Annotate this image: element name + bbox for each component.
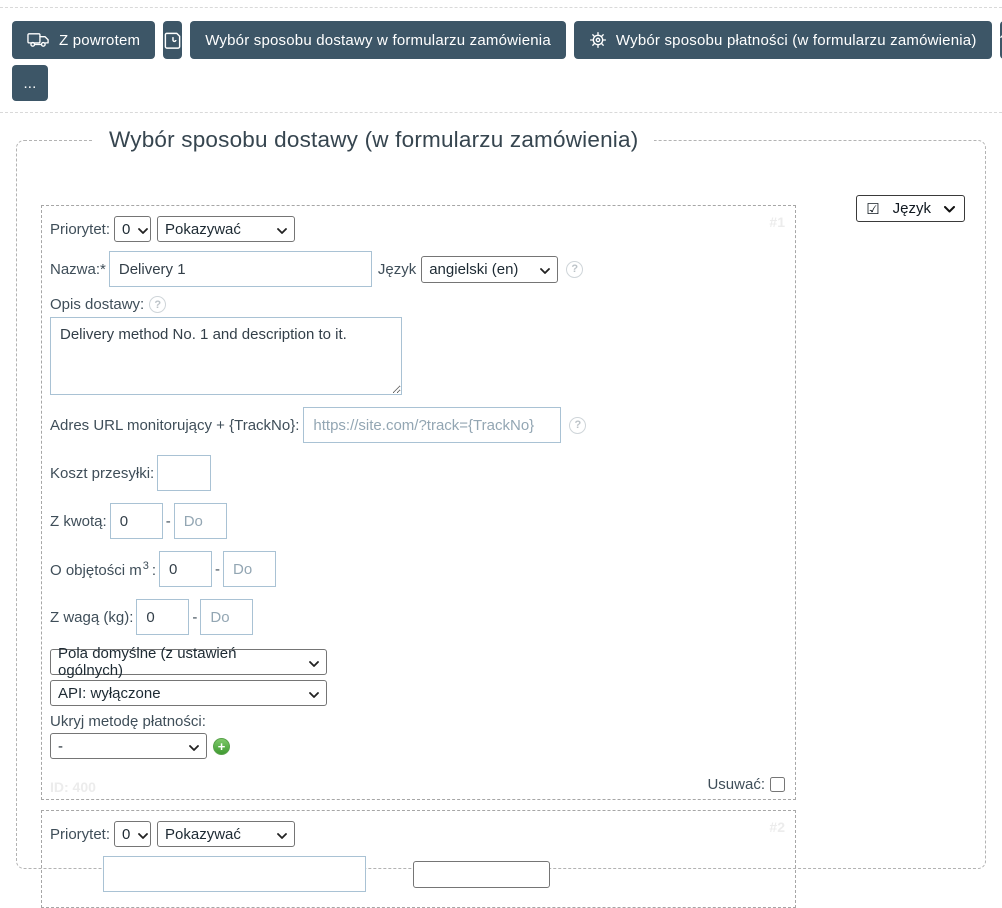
add-payment-hide-icon[interactable]: + xyxy=(213,738,230,755)
delivery-method-block-2: #2 Priorytet: 0 Pokazywać xyxy=(41,810,796,908)
hide-payment-select-value: - xyxy=(58,738,63,755)
shipping-cost-label: Koszt przesyłki: xyxy=(50,465,154,482)
shipping-cost-input[interactable] xyxy=(157,455,211,491)
chevron-down-icon xyxy=(277,221,287,238)
amount-label: Z kwotą: xyxy=(50,513,107,530)
name-input[interactable] xyxy=(103,856,366,892)
hide-payment-row: - + xyxy=(50,733,787,759)
priority-select[interactable]: 0 xyxy=(114,821,151,847)
help-icon[interactable]: ? xyxy=(566,261,583,278)
save-button[interactable] xyxy=(163,21,182,59)
tracking-url-label: Adres URL monitorujący + {TrackNo}: xyxy=(50,417,299,434)
language-select[interactable] xyxy=(413,861,550,888)
language-select[interactable]: angielski (en) xyxy=(421,256,558,283)
priority-select-value: 0 xyxy=(122,221,130,238)
hide-payment-label-row: Ukryj metodę płatności: xyxy=(50,713,787,730)
gear-icon xyxy=(589,31,607,49)
tracking-url-input[interactable] xyxy=(303,407,561,443)
amount-from-input[interactable] xyxy=(110,503,163,539)
language-filter-label: Język xyxy=(893,200,931,217)
weight-from-input[interactable] xyxy=(136,599,189,635)
chevron-down-icon xyxy=(309,654,319,671)
description-textarea[interactable]: Delivery method No. 1 and description to… xyxy=(50,317,402,395)
record-id-label: ID: 400 xyxy=(50,779,96,795)
range-dash: - xyxy=(166,513,171,530)
range-dash: - xyxy=(215,561,220,578)
chevron-down-icon xyxy=(309,685,319,702)
toolbar-row-2: ... xyxy=(0,59,1002,101)
hide-payment-select[interactable]: - xyxy=(50,733,207,759)
api-mode-select-value: API: wyłączone xyxy=(58,685,161,702)
priority-label: Priorytet: xyxy=(50,826,110,843)
chevron-down-icon xyxy=(189,738,199,755)
save-icon xyxy=(163,31,182,50)
priority-label: Priorytet: xyxy=(50,221,110,238)
delivery-method-block-1: #1 Priorytet: 0 Pokazywać Nazwa:* Język … xyxy=(41,205,796,800)
weight-to-input[interactable] xyxy=(200,599,253,635)
more-button[interactable]: ... xyxy=(12,65,48,101)
visibility-select-value: Pokazywać xyxy=(165,826,241,843)
back-button-label: Z powrotem xyxy=(59,32,140,49)
volume-range-row: O objętości m3: - xyxy=(50,551,787,587)
visibility-select-value: Pokazywać xyxy=(165,221,241,238)
range-dash: - xyxy=(192,609,197,626)
mode-selects: Pola domyślne (z ustawień ogólnych) API:… xyxy=(50,649,787,706)
page-title: Wybór sposobu dostawy (w formularzu zamó… xyxy=(93,127,654,153)
weight-range-row: Z wagą (kg): - xyxy=(50,599,787,635)
checked-checkbox-icon: ☑ xyxy=(866,200,879,218)
name-row: Nazwa:* Język angielski (en) ? xyxy=(50,251,787,287)
method-index-badge: #2 xyxy=(769,819,785,835)
method-index-badge: #1 xyxy=(769,214,785,230)
amount-range-row: Z kwotą: - xyxy=(50,503,787,539)
volume-to-input[interactable] xyxy=(223,551,276,587)
delete-checkbox[interactable] xyxy=(770,777,785,792)
name-row xyxy=(50,856,787,892)
weight-label: Z wagą (kg): xyxy=(50,609,133,626)
delivery-truck-icon xyxy=(27,32,50,48)
back-button[interactable]: Z powrotem xyxy=(12,21,155,59)
name-input[interactable] xyxy=(109,251,372,287)
priority-select[interactable]: 0 xyxy=(114,216,151,242)
language-select-value: angielski (en) xyxy=(429,261,518,278)
priority-select-value: 0 xyxy=(122,826,130,843)
tracking-url-row: Adres URL monitorujący + {TrackNo}: ? xyxy=(50,407,787,443)
delivery-methods-button-label: Wybór sposobu dostawy w formularzu zamów… xyxy=(205,32,551,49)
api-mode-row: API: wyłączone xyxy=(50,680,787,706)
payment-methods-button-label: Wybór sposobu płatności (w formularzu za… xyxy=(616,32,977,49)
priority-row: Priorytet: 0 Pokazywać xyxy=(50,821,787,847)
delivery-methods-button[interactable]: Wybór sposobu dostawy w formularzu zamów… xyxy=(190,21,566,59)
chevron-down-icon xyxy=(540,261,550,278)
fields-mode-row: Pola domyślne (z ustawień ogólnych) xyxy=(50,649,787,675)
description-label: Opis dostawy: xyxy=(50,296,144,313)
help-icon[interactable]: ? xyxy=(569,417,586,434)
amount-to-input[interactable] xyxy=(174,503,227,539)
priority-row: Priorytet: 0 Pokazywać xyxy=(50,216,787,242)
volume-from-input[interactable] xyxy=(159,551,212,587)
name-label: Nazwa:* xyxy=(50,261,106,278)
language-label: Język xyxy=(378,261,416,278)
delete-label: Usuwać: xyxy=(707,776,765,793)
fields-mode-select[interactable]: Pola domyślne (z ustawień ogólnych) xyxy=(50,649,327,675)
chevron-down-icon xyxy=(138,221,148,238)
api-mode-select[interactable]: API: wyłączone xyxy=(50,680,327,706)
delete-row: Usuwać: xyxy=(52,775,785,793)
toolbar: Z powrotem Wybór sposobu dostawy w formu… xyxy=(0,8,1002,59)
chevron-down-icon xyxy=(944,200,955,217)
shipping-cost-row: Koszt przesyłki: xyxy=(50,455,787,491)
volume-label: O objętości m3: xyxy=(50,560,156,579)
visibility-select[interactable]: Pokazywać xyxy=(157,821,295,847)
visibility-select[interactable]: Pokazywać xyxy=(157,216,295,242)
help-icon[interactable]: ? xyxy=(149,296,166,313)
fields-mode-select-value: Pola domyślne (z ustawień ogólnych) xyxy=(58,645,301,679)
description-label-row: Opis dostawy: ? xyxy=(50,296,787,313)
language-filter-select[interactable]: ☑ Język xyxy=(856,195,965,222)
delivery-methods-fieldset: Wybór sposobu dostawy (w formularzu zamó… xyxy=(16,127,986,869)
chevron-down-icon xyxy=(138,826,148,843)
payment-methods-button[interactable]: Wybór sposobu płatności (w formularzu za… xyxy=(574,21,992,59)
toolbar-divider xyxy=(0,112,1002,113)
chevron-down-icon xyxy=(277,826,287,843)
hide-payment-label: Ukryj metodę płatności: xyxy=(50,713,206,730)
